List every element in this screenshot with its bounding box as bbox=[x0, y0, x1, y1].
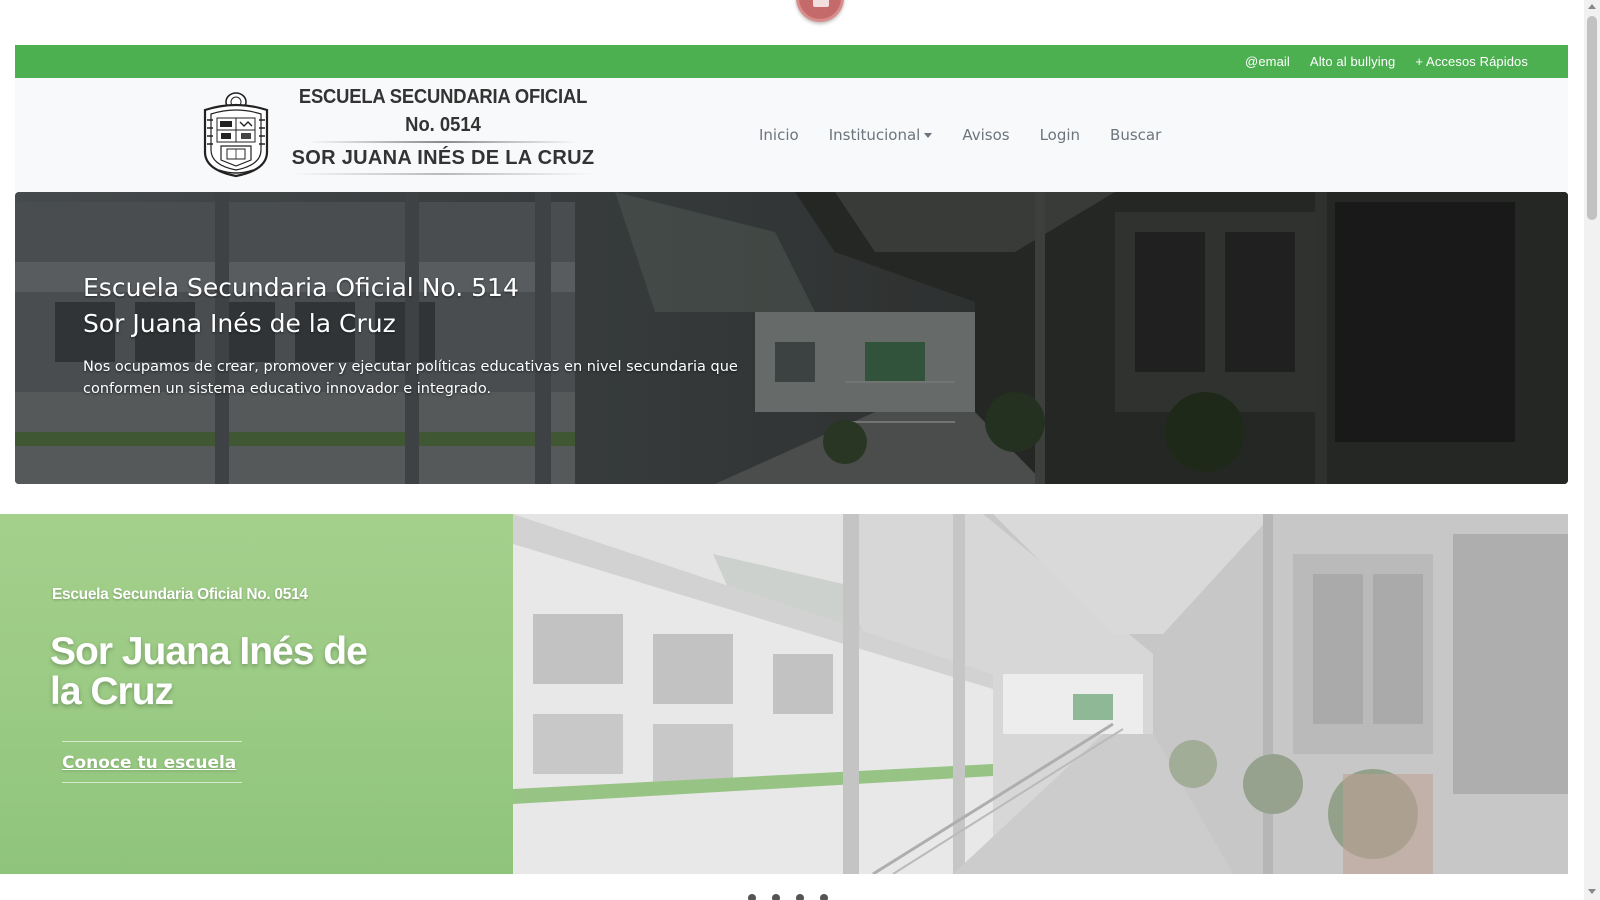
conoce-tu-escuela-button[interactable]: Conoce tu escuela bbox=[62, 741, 242, 783]
feature-title: Sor Juana Inés de la Cruz bbox=[50, 630, 368, 713]
feature-subtitle: Escuela Secundaria Oficial No. 0514 bbox=[52, 586, 308, 603]
scroll-up-arrow-icon[interactable] bbox=[1588, 4, 1596, 9]
nav-avisos[interactable]: Avisos bbox=[962, 126, 1009, 144]
logo-school-name: SOR JUANA INÉS DE LA CRUZ bbox=[291, 147, 595, 169]
hero-banner: Escuela Secundaria Oficial No. 514 Sor J… bbox=[15, 192, 1568, 484]
carousel-dot[interactable] bbox=[796, 894, 804, 900]
site-header: ESCUELA SECUNDARIA OFICIAL No. 0514 SOR … bbox=[15, 78, 1568, 192]
main-nav: Inicio Institucional Avisos Login Buscar bbox=[759, 78, 1161, 192]
scroll-down-arrow-icon[interactable] bbox=[1588, 889, 1596, 894]
page-scrollbar[interactable] bbox=[1584, 0, 1600, 900]
school-crest-logo[interactable] bbox=[197, 90, 275, 178]
hero-title-line1: Escuela Secundaria Oficial No. 514 bbox=[83, 273, 519, 302]
nav-institucional-label: Institucional bbox=[828, 126, 921, 144]
quick-access-link[interactable]: + Accesos Rápidos bbox=[1415, 54, 1528, 69]
nav-inicio[interactable]: Inicio bbox=[759, 126, 799, 144]
logo-divider bbox=[308, 141, 578, 143]
carousel-dot[interactable] bbox=[748, 894, 756, 900]
logo-underline bbox=[293, 173, 593, 175]
scroll-thumb[interactable] bbox=[1587, 16, 1597, 220]
carousel-indicators bbox=[748, 894, 828, 900]
nav-buscar[interactable]: Buscar bbox=[1110, 126, 1161, 144]
top-bar-links: @email Alto al bullying + Accesos Rápido… bbox=[1245, 45, 1528, 78]
feature-section: Escuela Secundaria Oficial No. 0514 Sor … bbox=[0, 514, 1568, 874]
page: @email Alto al bullying + Accesos Rápido… bbox=[0, 0, 1600, 900]
nav-login[interactable]: Login bbox=[1040, 126, 1080, 144]
logo-school-type: ESCUELA SECUNDARIA OFICIAL bbox=[298, 86, 588, 108]
school-building-photo bbox=[513, 514, 1568, 874]
hero-title: Escuela Secundaria Oficial No. 514 Sor J… bbox=[83, 270, 519, 342]
school-name-logo[interactable]: ESCUELA SECUNDARIA OFICIAL No. 0514 SOR … bbox=[273, 86, 613, 175]
caret-down-icon bbox=[924, 133, 933, 138]
carousel-dot[interactable] bbox=[820, 894, 828, 900]
feature-panel: Escuela Secundaria Oficial No. 0514 Sor … bbox=[0, 514, 513, 874]
nav-institucional-dropdown[interactable]: Institucional bbox=[829, 126, 933, 144]
feature-photo bbox=[513, 514, 1568, 874]
anti-bullying-link[interactable]: Alto al bullying bbox=[1310, 54, 1395, 69]
logo-school-number: No. 0514 bbox=[405, 114, 481, 136]
video-camera-icon[interactable] bbox=[796, 0, 844, 22]
email-link[interactable]: @email bbox=[1245, 54, 1290, 69]
hero-description: Nos ocupamos de crear, promover y ejecut… bbox=[83, 359, 738, 397]
top-bar: @email Alto al bullying + Accesos Rápido… bbox=[15, 45, 1568, 78]
hero-title-line2: Sor Juana Inés de la Cruz bbox=[83, 309, 396, 338]
carousel-dot[interactable] bbox=[772, 894, 780, 900]
